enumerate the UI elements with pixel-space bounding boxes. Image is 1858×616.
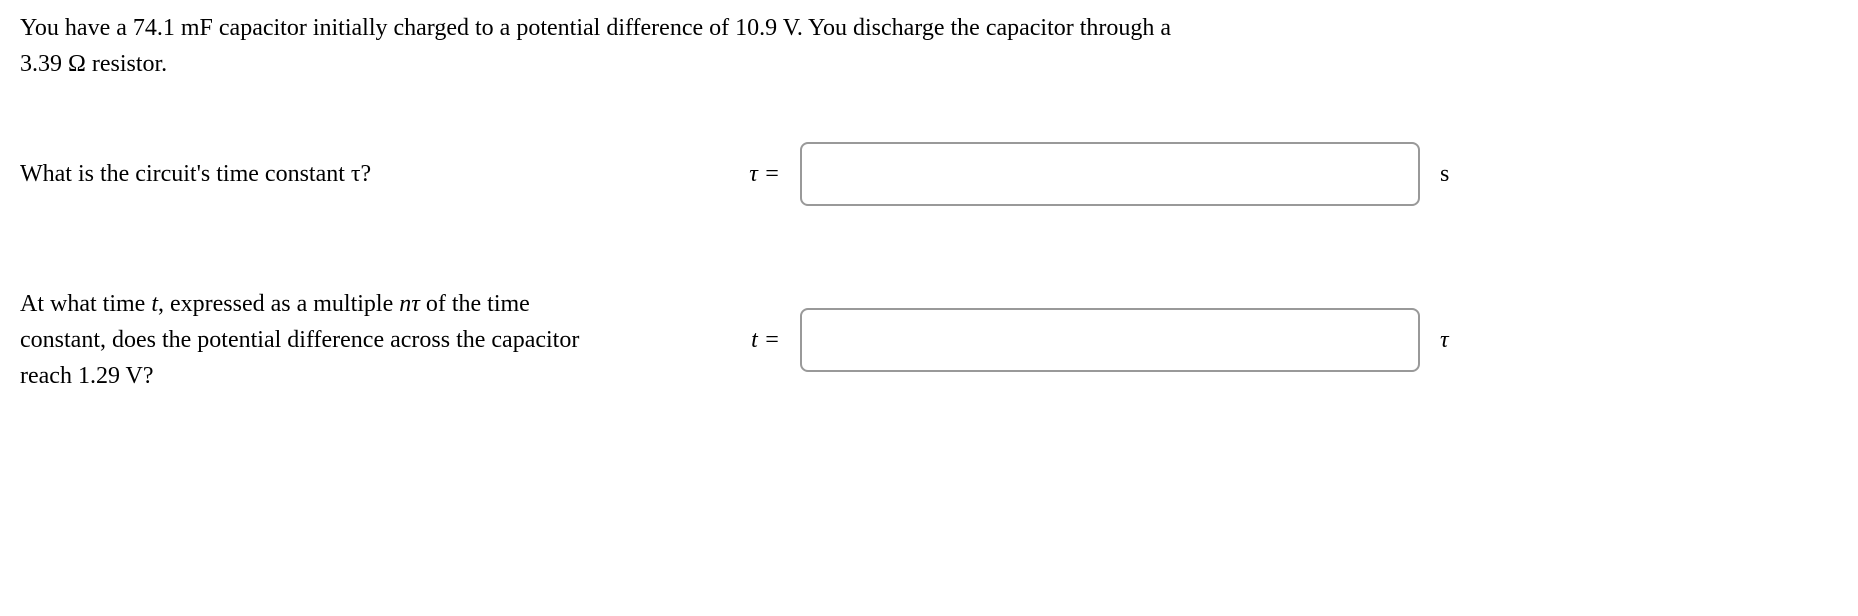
tau-input[interactable] bbox=[800, 142, 1420, 206]
answer-1-section: τ = s bbox=[720, 142, 1838, 206]
question-2-text: At what time t, expressed as a multiple … bbox=[20, 286, 720, 394]
answer-2-unit: τ bbox=[1440, 322, 1460, 358]
q2-line1: At what time t, expressed as a multiple … bbox=[20, 291, 530, 317]
question-1-row: What is the circuit's time constant τ? τ… bbox=[20, 142, 1838, 206]
answer-1-label: τ = bbox=[720, 156, 780, 192]
question-1-text: What is the circuit's time constant τ? bbox=[20, 156, 720, 192]
q2-line2: constant, does the potential difference … bbox=[20, 327, 579, 353]
q2-line3: reach 1.29 V? bbox=[20, 363, 154, 389]
problem-line-1: You have a 74.1 mF capacitor initially c… bbox=[20, 10, 1838, 46]
answer-2-section: t = τ bbox=[720, 308, 1838, 372]
problem-statement: You have a 74.1 mF capacitor initially c… bbox=[20, 10, 1838, 82]
question-2-row: At what time t, expressed as a multiple … bbox=[20, 286, 1838, 394]
problem-line-2: 3.39 Ω resistor. bbox=[20, 46, 1838, 82]
answer-2-label: t = bbox=[720, 322, 780, 358]
answer-1-unit: s bbox=[1440, 156, 1460, 192]
t-input[interactable] bbox=[800, 308, 1420, 372]
